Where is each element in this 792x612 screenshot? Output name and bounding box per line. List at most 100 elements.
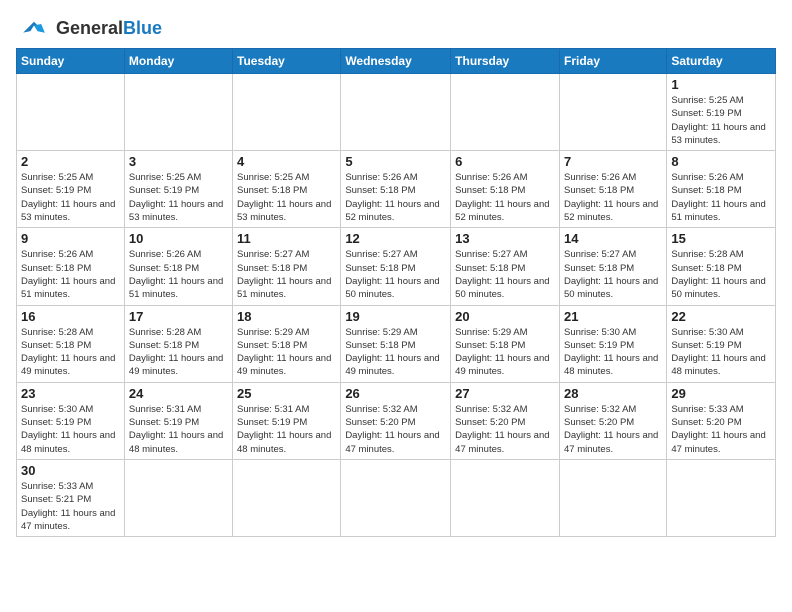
calendar-cell: 15Sunrise: 5:28 AMSunset: 5:18 PMDayligh… xyxy=(667,228,776,305)
calendar-cell: 6Sunrise: 5:26 AMSunset: 5:18 PMDaylight… xyxy=(451,151,560,228)
calendar-cell xyxy=(559,459,666,536)
day-number: 14 xyxy=(564,231,662,246)
day-number: 10 xyxy=(129,231,228,246)
day-info: Sunrise: 5:30 AMSunset: 5:19 PMDaylight:… xyxy=(671,326,771,379)
calendar-cell: 23Sunrise: 5:30 AMSunset: 5:19 PMDayligh… xyxy=(17,382,125,459)
calendar-cell xyxy=(559,74,666,151)
calendar-cell xyxy=(124,74,232,151)
day-info: Sunrise: 5:29 AMSunset: 5:18 PMDaylight:… xyxy=(237,326,336,379)
day-number: 22 xyxy=(671,309,771,324)
day-number: 2 xyxy=(21,154,120,169)
calendar-cell: 4 Sunrise: 5:25 AMSunset: 5:18 PMDaylight… xyxy=(233,151,341,228)
calendar-cell: 7 Sunrise: 5:26 AMSunset: 5:18 PMDaylight… xyxy=(559,151,666,228)
weekday-header-thursday: Thursday xyxy=(451,49,560,74)
calendar-cell: 18 Sunrise: 5:29 AMSunset: 5:18 PMDayligh… xyxy=(233,305,341,382)
logo: GeneralBlue xyxy=(16,16,162,40)
day-number: 11 xyxy=(237,231,336,246)
day-number: 27 xyxy=(455,386,555,401)
calendar-cell: 8 Sunrise: 5:26 AMSunset: 5:18 PMDaylight… xyxy=(667,151,776,228)
day-info: Sunrise: 5:26 AMSunset: 5:18 PMDaylight:… xyxy=(21,248,120,301)
day-number: 12 xyxy=(345,231,446,246)
day-info: Sunrise: 5:31 AMSunset: 5:19 PMDaylight:… xyxy=(129,403,228,456)
day-info: Sunrise: 5:32 AMSunset: 5:20 PMDaylight:… xyxy=(345,403,446,456)
day-number: 19 xyxy=(345,309,446,324)
day-info: Sunrise: 5:28 AMSunset: 5:18 PMDaylight:… xyxy=(129,326,228,379)
calendar-cell: 28 Sunrise: 5:32 AMSunset: 5:20 PMDayligh… xyxy=(559,382,666,459)
day-number: 3 xyxy=(129,154,228,169)
calendar-cell: 14 Sunrise: 5:27 AMSunset: 5:18 PMDayligh… xyxy=(559,228,666,305)
calendar-cell: 3 Sunrise: 5:25 AMSunset: 5:19 PMDaylight… xyxy=(124,151,232,228)
calendar-cell: 13 Sunrise: 5:27 AMSunset: 5:18 PMDayligh… xyxy=(451,228,560,305)
day-info: Sunrise: 5:28 AMSunset: 5:18 PMDaylight:… xyxy=(671,248,771,301)
day-info: Sunrise: 5:25 AMSunset: 5:19 PMDaylight:… xyxy=(129,171,228,224)
day-info: Sunrise: 5:26 AMSunset: 5:18 PMDaylight:… xyxy=(455,171,555,224)
day-info: Sunrise: 5:26 AMSunset: 5:18 PMDaylight:… xyxy=(345,171,446,224)
day-info: Sunrise: 5:25 AMSunset: 5:18 PMDaylight:… xyxy=(237,171,336,224)
calendar-cell: 5 Sunrise: 5:26 AMSunset: 5:18 PMDaylight… xyxy=(341,151,451,228)
calendar-cell: 24 Sunrise: 5:31 AMSunset: 5:19 PMDayligh… xyxy=(124,382,232,459)
calendar-cell xyxy=(451,74,560,151)
day-number: 30 xyxy=(21,463,120,478)
weekday-header-saturday: Saturday xyxy=(667,49,776,74)
calendar-cell: 26Sunrise: 5:32 AMSunset: 5:20 PMDayligh… xyxy=(341,382,451,459)
day-number: 28 xyxy=(564,386,662,401)
calendar-cell: 30 Sunrise: 5:33 AMSunset: 5:21 PMDayligh… xyxy=(17,459,125,536)
day-number: 1 xyxy=(671,77,771,92)
day-number: 21 xyxy=(564,309,662,324)
day-info: Sunrise: 5:27 AMSunset: 5:18 PMDaylight:… xyxy=(455,248,555,301)
calendar-cell: 25 Sunrise: 5:31 AMSunset: 5:19 PMDayligh… xyxy=(233,382,341,459)
calendar-cell: 27Sunrise: 5:32 AMSunset: 5:20 PMDayligh… xyxy=(451,382,560,459)
calendar-cell: 11 Sunrise: 5:27 AMSunset: 5:18 PMDayligh… xyxy=(233,228,341,305)
day-info: Sunrise: 5:30 AMSunset: 5:19 PMDaylight:… xyxy=(21,403,120,456)
calendar-cell: 22 Sunrise: 5:30 AMSunset: 5:19 PMDayligh… xyxy=(667,305,776,382)
weekday-header-sunday: Sunday xyxy=(17,49,125,74)
day-number: 9 xyxy=(21,231,120,246)
day-info: Sunrise: 5:27 AMSunset: 5:18 PMDaylight:… xyxy=(237,248,336,301)
day-number: 25 xyxy=(237,386,336,401)
logo-icon xyxy=(16,18,52,40)
day-info: Sunrise: 5:31 AMSunset: 5:19 PMDaylight:… xyxy=(237,403,336,456)
day-number: 17 xyxy=(129,309,228,324)
calendar-cell: 17 Sunrise: 5:28 AMSunset: 5:18 PMDayligh… xyxy=(124,305,232,382)
weekday-header-tuesday: Tuesday xyxy=(233,49,341,74)
day-number: 8 xyxy=(671,154,771,169)
day-info: Sunrise: 5:28 AMSunset: 5:18 PMDaylight:… xyxy=(21,326,120,379)
day-info: Sunrise: 5:25 AMSunset: 5:19 PMDaylight:… xyxy=(671,94,771,147)
day-info: Sunrise: 5:32 AMSunset: 5:20 PMDaylight:… xyxy=(564,403,662,456)
day-info: Sunrise: 5:33 AMSunset: 5:21 PMDaylight:… xyxy=(21,480,120,533)
calendar-cell: 29Sunrise: 5:33 AMSunset: 5:20 PMDayligh… xyxy=(667,382,776,459)
calendar-cell: 21Sunrise: 5:30 AMSunset: 5:19 PMDayligh… xyxy=(559,305,666,382)
day-info: Sunrise: 5:27 AMSunset: 5:18 PMDaylight:… xyxy=(564,248,662,301)
calendar-cell: 10Sunrise: 5:26 AMSunset: 5:18 PMDayligh… xyxy=(124,228,232,305)
day-number: 13 xyxy=(455,231,555,246)
calendar-cell: 20 Sunrise: 5:29 AMSunset: 5:18 PMDayligh… xyxy=(451,305,560,382)
calendar-cell xyxy=(17,74,125,151)
calendar-cell: 16 Sunrise: 5:28 AMSunset: 5:18 PMDayligh… xyxy=(17,305,125,382)
day-number: 20 xyxy=(455,309,555,324)
day-info: Sunrise: 5:26 AMSunset: 5:18 PMDaylight:… xyxy=(564,171,662,224)
day-number: 4 xyxy=(237,154,336,169)
day-number: 29 xyxy=(671,386,771,401)
day-info: Sunrise: 5:29 AMSunset: 5:18 PMDaylight:… xyxy=(455,326,555,379)
calendar-cell xyxy=(124,459,232,536)
calendar-cell xyxy=(233,459,341,536)
calendar-cell: 1 Sunrise: 5:25 AMSunset: 5:19 PMDaylight… xyxy=(667,74,776,151)
day-info: Sunrise: 5:25 AMSunset: 5:19 PMDaylight:… xyxy=(21,171,120,224)
day-info: Sunrise: 5:27 AMSunset: 5:18 PMDaylight:… xyxy=(345,248,446,301)
day-info: Sunrise: 5:26 AMSunset: 5:18 PMDaylight:… xyxy=(671,171,771,224)
logo-general: General xyxy=(56,18,123,38)
weekday-header-monday: Monday xyxy=(124,49,232,74)
day-number: 5 xyxy=(345,154,446,169)
calendar-cell xyxy=(233,74,341,151)
day-number: 24 xyxy=(129,386,228,401)
logo-blue: Blue xyxy=(123,18,162,38)
day-number: 16 xyxy=(21,309,120,324)
day-number: 7 xyxy=(564,154,662,169)
calendar-table: SundayMondayTuesdayWednesdayThursdayFrid… xyxy=(16,48,776,537)
day-info: Sunrise: 5:29 AMSunset: 5:18 PMDaylight:… xyxy=(345,326,446,379)
calendar-cell: 9 Sunrise: 5:26 AMSunset: 5:18 PMDaylight… xyxy=(17,228,125,305)
day-number: 18 xyxy=(237,309,336,324)
calendar-cell xyxy=(667,459,776,536)
calendar-cell xyxy=(341,74,451,151)
weekday-header-wednesday: Wednesday xyxy=(341,49,451,74)
